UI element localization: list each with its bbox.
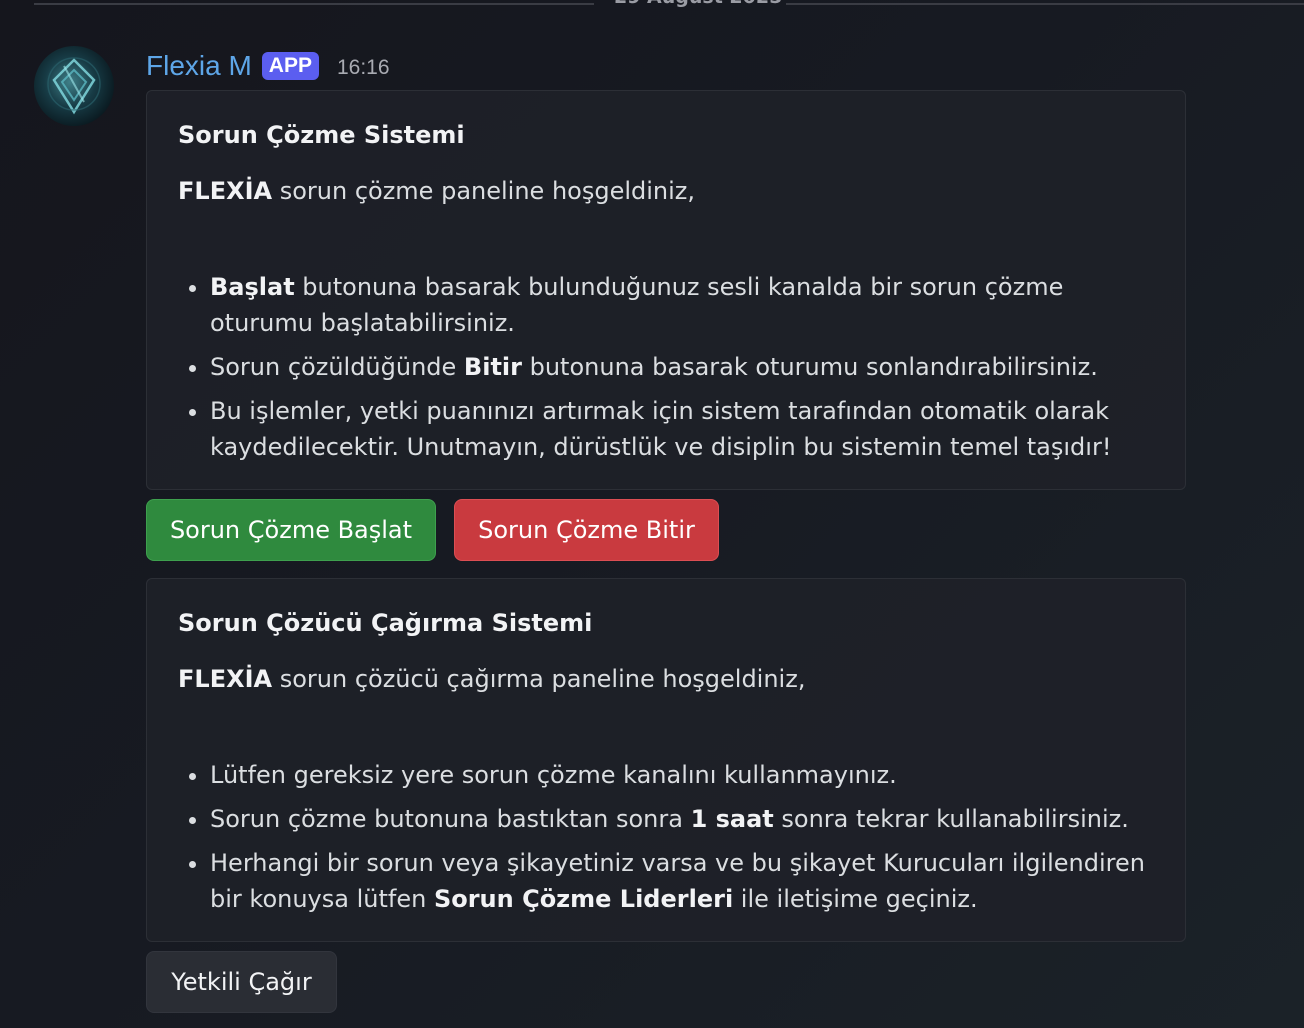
end-session-button[interactable]: Sorun Çözme Bitir <box>454 499 719 561</box>
brand-name: FLEXİA <box>178 665 273 693</box>
embed-intro: FLEXİA sorun çözücü çağırma paneline hoş… <box>178 661 1155 697</box>
avatar-emblem-icon <box>47 57 101 115</box>
embed-title: Sorun Çözücü Çağırma Sistemi <box>178 609 593 637</box>
list-item-text: butonuna basarak bulunduğunuz sesli kana… <box>210 273 1064 337</box>
list-item: Herhangi bir sorun veya şikayetiniz vars… <box>210 845 1155 917</box>
embed-intro: FLEXİA sorun çözme paneline hoşgeldiniz, <box>178 173 1155 209</box>
start-session-button[interactable]: Sorun Çözme Başlat <box>146 499 436 561</box>
embed-list: Lütfen gereksiz yere sorun çözme kanalın… <box>178 757 1155 917</box>
list-item-bold: 1 saat <box>690 805 774 833</box>
embed-call-system: Sorun Çözücü Çağırma Sistemi FLEXİA soru… <box>146 578 1186 942</box>
list-item: Bu işlemler, yetki puanınızı artırmak iç… <box>210 393 1155 465</box>
app-badge: APP <box>261 52 319 80</box>
intro-text: sorun çözme paneline hoşgeldiniz, <box>272 177 696 205</box>
embed-list: Başlat butonuna basarak bulunduğunuz ses… <box>178 269 1155 465</box>
intro-text: sorun çözücü çağırma paneline hoşgeldini… <box>272 665 806 693</box>
message-header: Flexia M APP 16:16 <box>146 46 390 86</box>
list-item-text: ile iletişime geçiniz. <box>733 885 978 913</box>
brand-name: FLEXİA <box>178 177 273 205</box>
list-item-text: Sorun çözüldüğünde <box>210 353 464 381</box>
list-item-text: Sorun çözme butonuna bastıktan sonra <box>210 805 691 833</box>
list-item-bold: Sorun Çözme Liderleri <box>433 885 734 913</box>
avatar[interactable] <box>34 46 114 126</box>
embed-problem-solving: Sorun Çözme Sistemi FLEXİA sorun çözme p… <box>146 90 1186 490</box>
list-item-text: sonra tekrar kullanabilirsiniz. <box>773 805 1129 833</box>
message-timestamp[interactable]: 16:16 <box>337 56 390 80</box>
list-item: Başlat butonuna basarak bulunduğunuz ses… <box>210 269 1155 341</box>
username[interactable]: Flexia M <box>146 50 252 82</box>
list-item: Lütfen gereksiz yere sorun çözme kanalın… <box>210 757 1155 793</box>
list-item-bold: Bitir <box>463 353 522 381</box>
list-item: Sorun çözme butonuna bastıktan sonra 1 s… <box>210 801 1155 837</box>
embed-title: Sorun Çözme Sistemi <box>178 121 465 149</box>
list-item-text: Lütfen gereksiz yere sorun çözme kanalın… <box>210 761 897 789</box>
list-item-text: Bu işlemler, yetki puanınızı artırmak iç… <box>210 397 1112 461</box>
list-item: Sorun çözüldüğünde Bitir butonuna basara… <box>210 349 1155 385</box>
date-divider: 29 August 2025 <box>34 0 1304 8</box>
list-item-bold: Başlat <box>210 273 295 301</box>
call-staff-button[interactable]: Yetkili Çağır <box>146 951 337 1013</box>
divider-line-left <box>34 3 594 5</box>
date-divider-label: 29 August 2025 <box>614 0 782 8</box>
divider-line-right <box>786 3 1304 5</box>
list-item-text: butonuna basarak oturumu sonlandırabilir… <box>521 353 1098 381</box>
